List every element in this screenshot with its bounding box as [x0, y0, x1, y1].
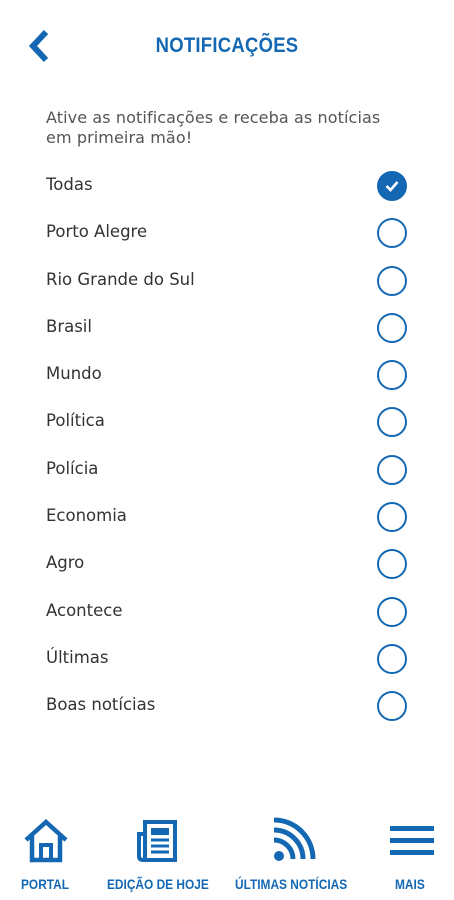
radio-button[interactable] [377, 549, 407, 580]
radio-button[interactable] [377, 407, 407, 438]
topic-label: Boas notícias [46, 695, 156, 715]
nav-label-mais: MAIS [395, 876, 425, 892]
topic-row-politica[interactable]: Política [0, 399, 454, 446]
radio-button[interactable] [377, 265, 407, 296]
topic-row-acontece[interactable]: Acontece [0, 589, 454, 636]
topic-row-agro[interactable]: Agro [0, 541, 454, 588]
header: NOTIFICAÇÕES [0, 0, 454, 96]
topic-label: Brasil [46, 316, 92, 336]
rss-icon [273, 817, 316, 861]
radio-checked[interactable] [377, 171, 407, 201]
topic-row-rio-grande-do-sul[interactable]: Rio Grande do Sul [0, 258, 454, 305]
topic-label: Agro [46, 553, 85, 573]
topic-list: Todas Porto Alegre Rio Grande do Sul Bra… [0, 163, 454, 731]
nav-edicao-de-hoje[interactable]: EDIÇÃO DE HOJE [100, 808, 220, 900]
topic-label: Economia [46, 506, 127, 526]
home-icon [24, 818, 68, 863]
topic-row-mundo[interactable]: Mundo [0, 352, 454, 399]
topic-label: Mundo [46, 364, 102, 384]
radio-button[interactable] [377, 360, 407, 391]
topic-label: Porto Alegre [46, 222, 148, 242]
radio-button[interactable] [377, 312, 407, 343]
topic-label: Acontece [46, 600, 123, 620]
nav-label-edicao-de-hoje: EDIÇÃO DE HOJE [107, 876, 209, 892]
checkmark-icon [385, 181, 399, 192]
bottom-nav: PORTAL EDIÇÃO DE HOJE ÚLTIMAS NOTÍCIAS M… [0, 808, 454, 900]
radio-button[interactable] [377, 218, 407, 249]
nav-mais[interactable]: MAIS [370, 808, 454, 900]
nav-ultimas-noticias[interactable]: ÚLTIMAS NOTÍCIAS [228, 808, 358, 900]
topic-row-policia[interactable]: Polícia [0, 447, 454, 494]
radio-button[interactable] [377, 643, 407, 674]
topic-row-todas[interactable]: Todas [0, 163, 454, 210]
nav-portal[interactable]: PORTAL [0, 808, 100, 900]
radio-button[interactable] [377, 454, 407, 485]
intro-text: Ative as notificações e receba as notíci… [46, 108, 381, 147]
topic-label: Últimas [46, 647, 109, 667]
topic-row-ultimas[interactable]: Últimas [0, 636, 454, 683]
topic-label: Rio Grande do Sul [46, 269, 195, 289]
topic-row-porto-alegre[interactable]: Porto Alegre [0, 210, 454, 257]
topic-row-boas-noticias[interactable]: Boas notícias [0, 683, 454, 730]
radio-button[interactable] [377, 502, 407, 533]
radio-button[interactable] [377, 691, 407, 722]
topic-label: Polícia [46, 458, 99, 478]
topic-label: Todas [46, 175, 93, 194]
topic-row-brasil[interactable]: Brasil [0, 305, 454, 352]
newspaper-icon [137, 820, 177, 862]
nav-label-ultimas-noticias: ÚLTIMAS NOTÍCIAS [235, 876, 348, 892]
nav-label-portal: PORTAL [21, 876, 70, 892]
topic-row-economia[interactable]: Economia [0, 494, 454, 541]
topic-label: Política [46, 411, 105, 431]
radio-button[interactable] [377, 596, 407, 627]
page-title: NOTIFICAÇÕES [155, 34, 299, 57]
menu-icon [390, 826, 434, 855]
